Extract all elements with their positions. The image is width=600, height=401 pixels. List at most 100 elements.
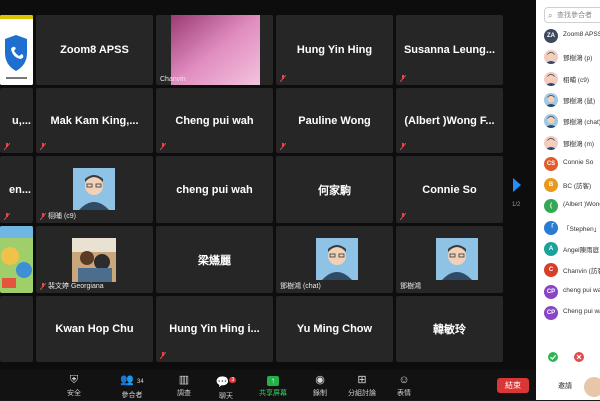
participant-tile[interactable]: Yu Ming Chow <box>276 296 393 362</box>
avatar: A <box>544 242 558 256</box>
record-label: 錄制 <box>313 390 327 397</box>
record-button[interactable]: ◉ 錄制 <box>308 374 332 398</box>
participant-tile[interactable]: Hung Yin Hing i... <box>156 296 273 362</box>
participant-row[interactable]: 鄧樹鴻 (m) <box>544 135 600 151</box>
polls-label: 調查 <box>177 390 191 397</box>
participant-tile[interactable]: cheng pui wah <box>156 156 273 223</box>
participant-tile[interactable]: 何家駒 <box>276 156 393 223</box>
participant-name: Connie So <box>563 158 594 166</box>
share-screen-icon: ↑ <box>256 374 290 386</box>
participant-row[interactable]: C Chanvin (訪客) <box>544 262 600 278</box>
next-page-arrow[interactable] <box>513 178 521 192</box>
participant-tile[interactable]: Cheng pui wah <box>156 88 273 153</box>
participant-name: (Albert )Wong F... <box>404 114 495 127</box>
people-icon: 👥 34 <box>120 374 144 386</box>
avatar <box>544 50 558 65</box>
participant-tile[interactable]: Mak Kam King,... <box>36 88 153 153</box>
participant-tile[interactable]: Chanvin <box>156 15 273 85</box>
participant-tile[interactable]: 梁嬿麗 <box>156 226 273 293</box>
participant-row[interactable]: 鄧樹鴻 (chat) <box>544 113 600 129</box>
chat-label: 聊天 <box>219 392 233 400</box>
chat-button[interactable]: 💬 3 聊天 <box>214 374 238 401</box>
mic-muted-icon <box>160 143 166 150</box>
participant-tile[interactable]: Pauline Wong <box>276 88 393 153</box>
reactions-label: 表情 <box>397 390 411 397</box>
participant-row[interactable]: 鄧樹鴻 (鼠) <box>544 92 600 108</box>
participant-tile[interactable]: 栩晡 (c9) <box>36 156 153 223</box>
breakout-icon: ⊞ <box>357 374 367 386</box>
participant-tile[interactable] <box>0 226 33 293</box>
participant-row[interactable]: 「「Stephen」 <box>544 220 600 236</box>
security-logo-thumbnail <box>0 15 33 85</box>
participant-tile[interactable]: Connie So <box>396 156 503 223</box>
participant-video <box>171 15 260 85</box>
participant-name: 梁嬿麗 <box>198 254 231 267</box>
participant-row[interactable]: A Angel陳雨庭 <box>544 241 600 257</box>
reactions-button[interactable]: ☺ 表情 <box>392 374 416 398</box>
participant-name: Kwan Hop Chu <box>55 323 134 335</box>
chat-icon: 💬 3 <box>215 376 237 389</box>
polls-button[interactable]: ▥ 調查 <box>172 374 196 398</box>
participant-row[interactable]: B BC (訪客) <box>544 177 600 193</box>
participant-tile[interactable]: 裴文婷 Georgiana <box>36 226 153 293</box>
participant-row[interactable]: CP Cheng pui wah <box>544 305 600 321</box>
participant-name: 鄧樹鴻 (鼠) <box>563 97 596 105</box>
participant-row[interactable]: CS Connie So <box>544 156 600 172</box>
close-icon[interactable] <box>574 352 584 362</box>
participants-panel: ⌕ 查找參合者 ZA Zoom8 APSS 鄧樹鴻 (p) 栩晡 (c9) 鄧樹鴻 (鼠… <box>536 0 600 400</box>
participant-tile[interactable]: 鄧樹鴻 <box>396 226 503 293</box>
participant-tile[interactable]: Zoom8 APSS <box>36 15 153 85</box>
participant-search-input[interactable]: ⌕ 查找參合者 <box>544 7 600 23</box>
invite-button[interactable]: 邀請 <box>558 381 572 391</box>
participant-row[interactable]: CP cheng pui wah <box>544 284 600 300</box>
mic-muted-icon <box>160 352 166 359</box>
participant-tile[interactable]: Kwan Hop Chu <box>36 296 153 362</box>
participants-count: 34 <box>137 379 144 385</box>
participant-caption: 裴文婷 Georgiana <box>48 283 104 290</box>
avatar <box>544 135 558 150</box>
avatar <box>584 377 600 397</box>
participant-name: Hung Yin Hing i... <box>169 323 260 335</box>
participant-name: BC (訪客) <box>563 183 592 191</box>
participant-tile[interactable] <box>0 15 33 85</box>
participant-row[interactable]: 栩晡 (c9) <box>544 71 600 87</box>
mic-muted-icon <box>280 143 286 150</box>
avatar <box>73 168 115 210</box>
participant-tile[interactable]: 鄧樹鴻 (chat) <box>276 226 393 293</box>
end-meeting-button[interactable]: 結束 <box>497 378 529 393</box>
participant-row[interactable]: ((Albert )Wong <box>544 198 600 214</box>
security-button[interactable]: ⛨ 安全 <box>62 374 86 398</box>
participant-name: cheng pui wah <box>176 183 253 196</box>
share-screen-button[interactable]: ↑ 共享屏幕 <box>256 374 290 398</box>
mic-muted-icon <box>400 143 406 150</box>
participant-row[interactable]: ZA Zoom8 APSS <box>544 28 600 44</box>
participant-caption: 鄧樹鴻 <box>400 283 421 290</box>
participant-name: 栩晡 (c9) <box>563 76 589 84</box>
participant-tile[interactable] <box>0 296 33 362</box>
participant-row[interactable]: 鄧樹鴻 (p) <box>544 49 600 65</box>
participant-tile[interactable]: (Albert )Wong F... <box>396 88 503 153</box>
video-gallery: Zoom8 APSS Chanvin Hung Yin Hing Susanna… <box>0 0 536 370</box>
participant-tile[interactable]: u,... <box>0 88 33 153</box>
mic-muted-icon <box>40 143 46 150</box>
participant-name: cheng pui wah <box>563 286 600 294</box>
participant-name: Yu Ming Chow <box>296 323 373 335</box>
participants-button[interactable]: 👥 34 參合者 <box>112 374 152 400</box>
checkmark-icon[interactable] <box>548 352 558 362</box>
participant-tile[interactable]: Susanna Leung... <box>396 15 503 85</box>
participant-tile[interactable]: en... <box>0 156 33 223</box>
participant-name: 何家駒 <box>318 184 351 197</box>
mic-muted-icon <box>40 213 46 220</box>
avatar: CP <box>544 305 558 320</box>
search-placeholder: 查找參合者 <box>557 12 592 19</box>
participant-video <box>72 238 116 282</box>
avatar <box>316 238 358 280</box>
participant-name: (Albert )Wong <box>563 201 600 209</box>
participant-tile[interactable]: Hung Yin Hing <box>276 15 393 85</box>
breakout-rooms-button[interactable]: ⊞ 分組討論 <box>346 374 378 398</box>
participant-name: 鄧樹鴻 (m) <box>563 140 595 148</box>
participant-tile[interactable]: 韓敏玲 <box>396 296 503 362</box>
avatar <box>544 71 558 86</box>
poll-icon: ▥ <box>178 374 190 386</box>
avatar: ZA <box>544 29 558 43</box>
